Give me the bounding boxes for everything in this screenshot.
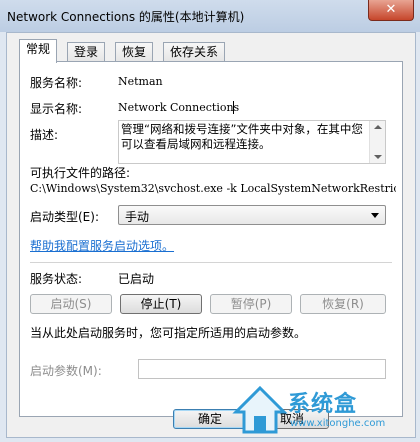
service-status-value: 已启动: [118, 272, 155, 286]
scroll-down-icon[interactable]: [374, 155, 382, 159]
display-name-value[interactable]: Network Connections: [118, 101, 239, 114]
service-name-value: Netman: [118, 75, 163, 88]
watermark-url: www.xitonghe.com: [290, 418, 386, 429]
close-button[interactable]: ✕: [368, 0, 414, 21]
pause-button[interactable]: 暂停(P): [210, 294, 292, 314]
exe-path-value: C:\Windows\System32\svchost.exe -k Local…: [30, 182, 396, 195]
divider: [30, 262, 392, 263]
start-params-label: 启动参数(M):: [30, 364, 102, 378]
start-params-hint: 当从此处启动服务时，您可指定所适用的启动参数。: [30, 326, 307, 340]
chevron-down-icon: [371, 213, 379, 218]
description-label: 描述:: [30, 128, 59, 142]
startup-type-value: 手动: [125, 210, 150, 224]
display-name-label: 显示名称:: [30, 102, 83, 116]
tab-recovery[interactable]: 恢复: [115, 42, 154, 61]
startup-type-label: 启动类型(E):: [30, 210, 99, 224]
description-scrollbar[interactable]: [369, 121, 385, 163]
service-status-label: 服务状态:: [30, 272, 83, 286]
window-title: Network Connections 的属性(本地计算机): [7, 10, 245, 24]
startup-type-select[interactable]: 手动: [118, 205, 386, 225]
tab-general[interactable]: 常规: [19, 39, 58, 63]
help-configure-link[interactable]: 帮助我配置服务启动选项。: [30, 237, 174, 254]
tab-dependencies[interactable]: 依存关系: [163, 42, 226, 61]
start-params-input[interactable]: [138, 359, 386, 379]
stop-button[interactable]: 停止(T): [120, 294, 202, 314]
properties-dialog: 常规 登录 恢复 依存关系 服务名称: Netman 显示名称: Network…: [6, 32, 416, 438]
close-icon: ✕: [385, 2, 397, 17]
scroll-up-icon[interactable]: [374, 125, 382, 129]
description-text: 管理“网络和拨号连接”文件夹中对象，在其中您可以查看局域网和远程连接。: [121, 122, 363, 151]
resume-button[interactable]: 恢复(R): [300, 294, 386, 314]
general-panel: 服务名称: Netman 显示名称: Network Connections 描…: [19, 61, 403, 417]
service-name-label: 服务名称:: [30, 76, 83, 90]
watermark-text: 系统盒: [288, 392, 358, 417]
text-cursor: [233, 101, 234, 114]
house-logo-icon: [232, 385, 288, 434]
start-button[interactable]: 启动(S): [30, 294, 112, 314]
title-bar[interactable]: Network Connections 的属性(本地计算机) ✕: [0, 0, 420, 32]
exe-path-label: 可执行文件的路径:: [30, 166, 131, 180]
description-box[interactable]: 管理“网络和拨号连接”文件夹中对象，在其中您可以查看局域网和远程连接。: [118, 120, 386, 164]
watermark-logo: 系统盒 www.xitonghe.com: [232, 382, 418, 440]
tab-logon[interactable]: 登录: [67, 42, 106, 61]
